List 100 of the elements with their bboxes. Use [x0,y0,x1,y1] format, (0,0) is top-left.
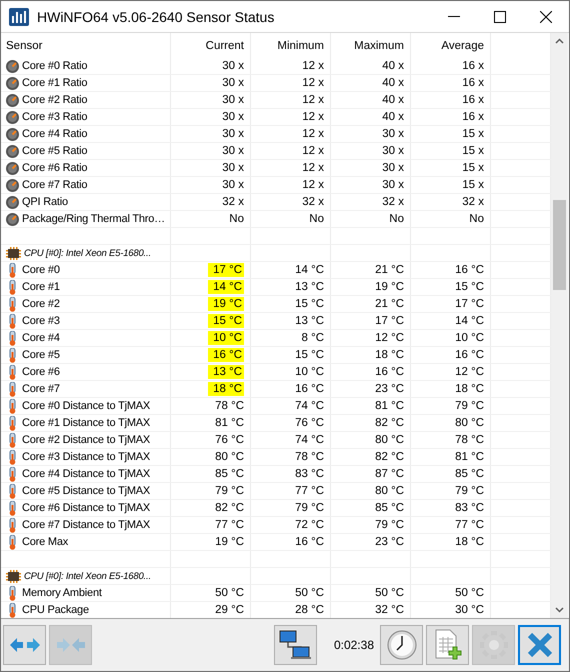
table-cell: 32 x [462,196,484,208]
network-icon [279,630,312,660]
gauge-icon [6,144,19,158]
table-cell: 81 °C [375,400,404,412]
current-value: 79 °C [215,485,244,497]
current-value: 30 x [222,179,244,191]
sensor-name: Core Max [22,536,68,548]
table-cell: 10 °C [295,366,324,378]
column-header[interactable]: Maximum [331,33,411,58]
expand-button[interactable] [3,625,46,665]
table-cell: 8 °C [302,332,324,344]
sensor-name: QPI Ratio [22,196,68,208]
current-value: No [229,213,244,225]
table-cell: 79 °C [295,502,324,514]
table-cell: 79 °C [455,485,484,497]
current-value: 85 °C [215,468,244,480]
current-value: 80 °C [215,451,244,463]
gauge-icon [6,60,19,72]
table-cell: 78 °C [295,451,324,463]
table-cell: 79 °C [455,400,484,412]
table-cell: 81 °C [455,451,484,463]
sensor-name: Core #3 Distance to TjMAX [22,451,150,463]
column-header[interactable]: Average [411,33,491,58]
chip-icon [6,246,21,260]
current-value: 16 °C [208,348,244,362]
table-cell: 12 x [302,179,324,191]
table-cell: 72 °C [295,519,324,531]
sensor-name: Core #5 Ratio [22,145,88,157]
current-value: 18 °C [208,382,244,396]
table-cell: 83 °C [455,502,484,514]
sensor-name: Memory Ambient [22,587,102,599]
current-value: 77 °C [215,519,244,531]
table-cell: 15 °C [295,349,324,361]
table-cell: 79 °C [375,519,404,531]
sensor-name: Core #7 Ratio [22,179,88,191]
column-header[interactable]: Sensor [1,33,171,58]
current-value: 76 °C [215,434,244,446]
sensor-name: Core #4 Ratio [22,128,88,140]
table-cell: 21 °C [375,298,404,310]
sensor-name: Core #2 Ratio [22,94,88,106]
current-value: 15 °C [208,314,244,328]
table-cell: 80 °C [375,485,404,497]
current-value: 30 x [222,145,244,157]
table-cell: 12 x [302,60,324,72]
sensor-name: Core #1 [22,281,60,293]
current-value: 30 x [222,162,244,174]
table-cell: 16 °C [455,264,484,276]
table-cell: No [469,213,484,225]
table-cell: 18 °C [375,349,404,361]
current-value: 30 x [222,128,244,140]
sensor-name: Core #4 Distance to TjMAX [22,468,150,480]
table-cell: 16 °C [455,349,484,361]
table-cell: 40 x [382,111,404,123]
table-cell: 82 °C [375,417,404,429]
table-cell: 76 °C [295,417,324,429]
table-cell: 85 °C [455,468,484,480]
network-button[interactable] [274,625,317,665]
table-cell: 15 x [462,179,484,191]
table-cell: 30 x [382,145,404,157]
table-cell: 14 °C [455,315,484,327]
table-cell: 40 x [382,77,404,89]
sensor-name: Core #6 Distance to TjMAX [22,502,150,514]
column-header[interactable]: Minimum [251,33,331,58]
table-cell: 12 °C [375,332,404,344]
table-cell: No [309,213,324,225]
table-cell: 16 °C [295,383,324,395]
sensor-name: Core #2 [22,298,60,310]
table-cell: 16 x [462,94,484,106]
table-cell: 18 °C [455,536,484,548]
close-button[interactable] [518,625,561,665]
sensor-name: Core #1 Ratio [22,77,88,89]
table-cell: 83 °C [295,468,324,480]
table-cell: 16 x [462,111,484,123]
current-value: 30 x [222,60,244,72]
table-cell: 15 x [462,162,484,174]
table-cell: 12 °C [455,366,484,378]
maximize-icon [494,10,506,22]
clock-button[interactable] [380,625,423,665]
current-value: 13 °C [208,365,244,379]
sensor-name: CPU Package [22,604,89,616]
table-cell: 50 °C [455,587,484,599]
scrollbar[interactable] [551,33,568,618]
table-cell: 15 x [462,145,484,157]
current-value: 17 °C [208,263,244,277]
report-button[interactable] [426,625,469,665]
column-header[interactable]: Current [171,33,251,58]
current-value: 29 °C [215,604,244,616]
table-cell: 50 °C [295,587,324,599]
sensor-name: Core #4 [22,332,60,344]
sensor-name: Core #5 [22,349,60,361]
table-cell: 12 x [302,111,324,123]
table-cell: 30 x [382,128,404,140]
close-icon [526,632,552,658]
table-cell: 87 °C [375,468,404,480]
scrollbar-thumb[interactable] [553,200,566,290]
sensor-name: Core #6 Ratio [22,162,88,174]
table-cell: 17 °C [375,315,404,327]
table-cell: 23 °C [375,536,404,548]
table-cell: 12 x [302,77,324,89]
table-cell: 50 °C [375,587,404,599]
